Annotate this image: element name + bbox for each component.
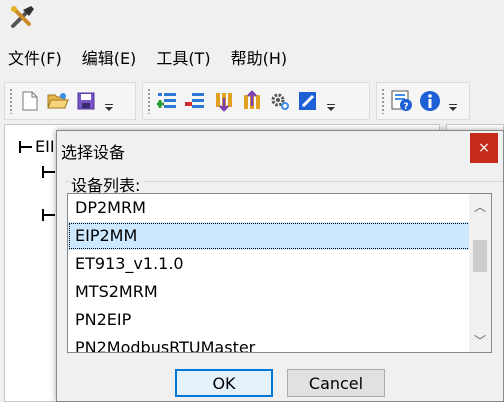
help-icon[interactable]: ? — [389, 88, 415, 114]
toolbar-grip[interactable] — [381, 88, 385, 114]
toolbar-help: ? — [376, 82, 470, 120]
scroll-up-icon[interactable]: ︿ — [469, 196, 491, 216]
close-button[interactable]: × — [470, 133, 498, 163]
download-icon[interactable] — [211, 88, 237, 114]
toolbar-edit — [142, 82, 370, 120]
upload-icon[interactable] — [239, 88, 265, 114]
list-item[interactable]: ET913_v1.1.0 — [68, 250, 491, 278]
device-listbox[interactable]: DP2MRM EIP2MM ET913_v1.1.0 MTS2MRM PN2EI… — [67, 193, 492, 353]
scroll-down-icon[interactable]: ﹀ — [469, 330, 491, 350]
list-item[interactable]: PN2EIP — [68, 306, 491, 334]
toolbar-overflow-chevron-icon[interactable] — [324, 88, 336, 114]
toolbar-overflow-chevron-icon[interactable] — [446, 88, 458, 114]
toolbar-file — [4, 82, 136, 120]
open-folder-icon[interactable] — [45, 88, 71, 114]
close-icon: × — [478, 140, 490, 156]
tree-root-node[interactable]: EII — [19, 137, 55, 156]
menu-tools[interactable]: 工具(T) — [146, 44, 220, 74]
toolbar-grip[interactable] — [147, 88, 151, 114]
tree-expander-icon[interactable] — [19, 140, 33, 154]
tree-root-label: EII — [35, 137, 55, 156]
toolbar-overflow-chevron-icon[interactable] — [102, 88, 114, 114]
menu-help[interactable]: 帮助(H) — [221, 44, 298, 74]
vertical-scrollbar[interactable]: ︿ ﹀ — [469, 194, 491, 352]
svg-text:?: ? — [403, 102, 408, 112]
list-item-selected[interactable]: EIP2MM — [68, 222, 491, 250]
list-item[interactable]: MTS2MRM — [68, 278, 491, 306]
tree-expander-icon[interactable] — [42, 208, 56, 222]
menu-edit[interactable]: 编辑(E) — [72, 44, 147, 74]
new-file-icon[interactable] — [17, 88, 43, 114]
list-item[interactable]: PN2ModbusRTUMaster — [68, 334, 491, 352]
settings-gear-icon[interactable] — [267, 88, 293, 114]
cancel-button[interactable]: Cancel — [287, 369, 385, 397]
add-row-icon[interactable] — [155, 88, 181, 114]
edit-pen-icon[interactable] — [295, 88, 321, 114]
remove-row-icon[interactable] — [183, 88, 209, 114]
select-device-dialog: 选择设备 × 设备列表: DP2MRM EIP2MM ET913_v1.1.0 … — [56, 130, 504, 402]
dialog-title: 选择设备 — [61, 143, 126, 162]
tree-expander-icon[interactable] — [42, 165, 56, 179]
info-icon[interactable] — [417, 88, 443, 114]
app-tools-icon — [9, 4, 37, 30]
save-icon[interactable] — [73, 88, 99, 114]
menu-file[interactable]: 文件(F) — [0, 44, 72, 74]
list-item[interactable]: DP2MRM — [68, 194, 491, 222]
toolbar-grip[interactable] — [9, 88, 13, 114]
menu-bar: 文件(F) 编辑(E) 工具(T) 帮助(H) — [0, 44, 504, 74]
scrollbar-thumb[interactable] — [473, 240, 487, 272]
ok-button[interactable]: OK — [175, 369, 273, 397]
